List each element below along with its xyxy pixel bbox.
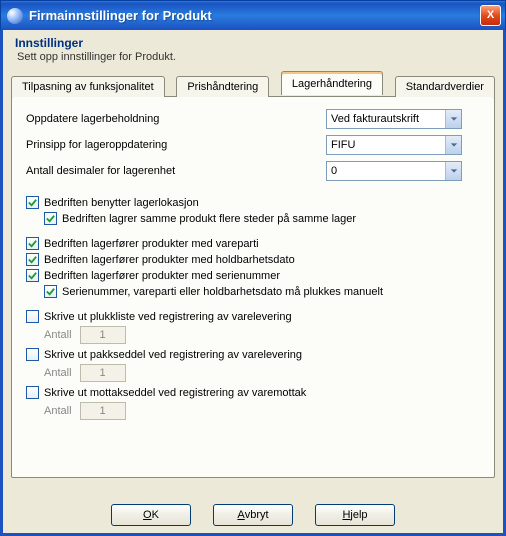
tab-label: Tilpasning av funksjonalitet xyxy=(22,81,154,93)
checkbox-label: Bedriften lagerfører produkter med varep… xyxy=(44,238,259,250)
checkbox-print-recv[interactable] xyxy=(26,386,39,399)
ok-rest: K xyxy=(152,509,159,521)
help-button[interactable]: Hjelp xyxy=(315,504,395,526)
checkbox-uses-location[interactable] xyxy=(26,196,39,209)
heading-title: Innstillinger xyxy=(15,36,491,50)
help-rest: jelp xyxy=(350,509,367,521)
tab-lagerhandtering[interactable]: Lagerhåndtering xyxy=(281,71,383,95)
checkbox-print-pack[interactable] xyxy=(26,348,39,361)
checkbox-serial[interactable] xyxy=(26,269,39,282)
tabpanel-lagerhandtering: Oppdatere lagerbeholdning Ved fakturauts… xyxy=(11,96,495,478)
qty-input-pick: 1 xyxy=(80,326,126,344)
qty-input-recv: 1 xyxy=(80,402,126,420)
checkbox-label: Serienummer, vareparti eller holdbarhets… xyxy=(62,286,383,298)
combo-value: FIFU xyxy=(331,139,355,151)
checkbox-label: Skrive ut plukkliste ved registrering av… xyxy=(44,311,292,323)
qty-label-pick: Antall xyxy=(44,329,72,341)
checkbox-same-product-multi[interactable] xyxy=(44,212,57,225)
label-update-principle: Prinsipp for lageroppdatering xyxy=(26,139,326,151)
heading-subtitle: Sett opp innstillinger for Produkt. xyxy=(17,51,491,63)
qty-label-recv: Antall xyxy=(44,405,72,417)
cancel-accel: A xyxy=(237,509,244,521)
cancel-rest: vbryt xyxy=(245,509,269,521)
tab-label: Prishåndtering xyxy=(187,81,258,93)
combo-update-principle[interactable]: FIFU xyxy=(326,135,462,155)
footer: OK Avbryt Hjelp xyxy=(3,497,503,533)
combo-decimals[interactable]: 0 xyxy=(326,161,462,181)
checkbox-label: Skrive ut pakkseddel ved registrering av… xyxy=(44,349,302,361)
checkbox-label: Bedriften lagrer samme produkt flere ste… xyxy=(62,213,356,225)
qty-input-pack: 1 xyxy=(80,364,126,382)
combo-value: 0 xyxy=(331,165,337,177)
tabbar: Tilpasning av funksjonalitet Prishåndter… xyxy=(3,71,503,95)
tab-label: Lagerhåndtering xyxy=(292,78,372,90)
checkbox-print-pick[interactable] xyxy=(26,310,39,323)
checkbox-label: Bedriften benytter lagerlokasjon xyxy=(44,197,199,209)
label-decimals: Antall desimaler for lagerenhet xyxy=(26,165,326,177)
checkbox-label: Bedriften lagerfører produkter med serie… xyxy=(44,270,280,282)
cancel-button[interactable]: Avbryt xyxy=(213,504,293,526)
combo-update-stock[interactable]: Ved fakturautskrift xyxy=(326,109,462,129)
label-update-stock: Oppdatere lagerbeholdning xyxy=(26,113,326,125)
combo-value: Ved fakturautskrift xyxy=(331,113,419,125)
qty-label-pack: Antall xyxy=(44,367,72,379)
chevron-down-icon xyxy=(445,136,461,154)
checkbox-label: Bedriften lagerfører produkter med holdb… xyxy=(44,254,295,266)
titlebar: Firmainnstillinger for Produkt X xyxy=(0,0,506,30)
ok-button[interactable]: OK xyxy=(111,504,191,526)
tab-prishandtering[interactable]: Prishåndtering xyxy=(176,76,269,97)
window-title: Firmainnstillinger for Produkt xyxy=(29,8,480,23)
checkbox-batch[interactable] xyxy=(26,237,39,250)
close-button[interactable]: X xyxy=(480,5,501,26)
checkbox-manual-pick[interactable] xyxy=(44,285,57,298)
tab-label: Standardverdier xyxy=(406,81,484,93)
window-body: Innstillinger Sett opp innstillinger for… xyxy=(0,30,506,536)
tab-tilpasning[interactable]: Tilpasning av funksjonalitet xyxy=(11,76,165,97)
checkbox-expiry[interactable] xyxy=(26,253,39,266)
ok-accel: O xyxy=(143,509,152,521)
app-icon xyxy=(7,8,23,24)
chevron-down-icon xyxy=(445,110,461,128)
tab-standardverdier[interactable]: Standardverdier xyxy=(395,76,495,97)
checkbox-label: Skrive ut mottakseddel ved registrering … xyxy=(44,387,306,399)
heading: Innstillinger Sett opp innstillinger for… xyxy=(3,36,503,71)
chevron-down-icon xyxy=(445,162,461,180)
